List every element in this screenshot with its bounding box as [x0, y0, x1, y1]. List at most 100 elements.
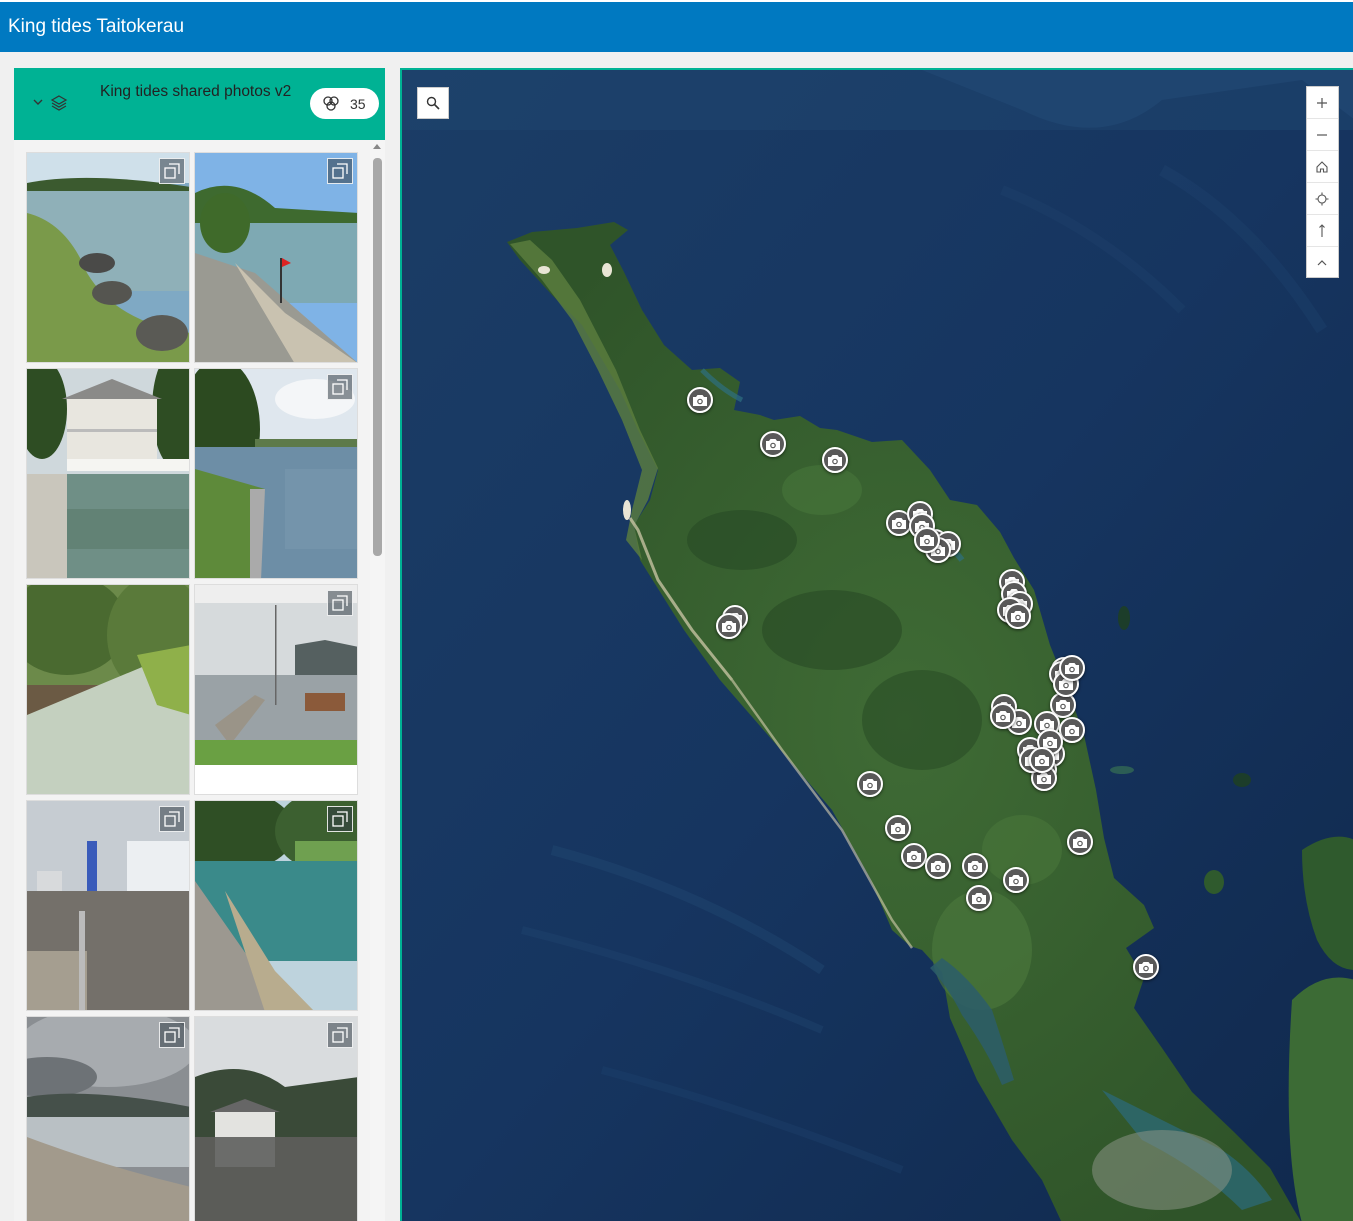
expand-photo-button[interactable] [327, 590, 353, 616]
zoom-out-button[interactable] [1307, 119, 1338, 151]
zoom-in-button[interactable] [1307, 87, 1338, 119]
map-navigation-controls [1306, 86, 1339, 278]
photo-thumbnail[interactable] [194, 1016, 358, 1221]
camera-icon [931, 861, 945, 872]
photo-marker[interactable] [1133, 954, 1159, 980]
photo-gallery[interactable] [14, 140, 385, 1221]
photo-image [195, 801, 357, 1010]
photo-marker[interactable] [1003, 867, 1029, 893]
search-icon [426, 96, 440, 110]
locate-icon [1315, 192, 1329, 206]
photo-thumbnail[interactable] [194, 368, 358, 579]
photo-image [27, 153, 189, 362]
photo-marker[interactable] [822, 447, 848, 473]
expand-icon [332, 379, 348, 395]
expand-icon [332, 163, 348, 179]
camera-icon [968, 861, 982, 872]
app-title: King tides Taitokerau [8, 16, 185, 37]
photo-image [27, 585, 189, 794]
expand-photo-button[interactable] [159, 158, 185, 184]
photo-marker[interactable] [914, 527, 940, 553]
cluster-icon [323, 96, 339, 111]
photo-image [195, 369, 357, 578]
camera-icon [1073, 837, 1087, 848]
expand-icon [332, 595, 348, 611]
expand-icon [332, 811, 348, 827]
expand-photo-button[interactable] [327, 1022, 353, 1048]
collapse-controls-button[interactable] [1307, 247, 1338, 279]
scroll-up-arrow-icon[interactable] [373, 144, 381, 149]
photo-marker[interactable] [1029, 747, 1055, 773]
photo-thumbnail[interactable] [194, 800, 358, 1011]
map-view[interactable] [400, 68, 1353, 1221]
scrollbar-thumb[interactable] [373, 158, 382, 556]
expand-icon [164, 163, 180, 179]
camera-icon [892, 518, 906, 529]
camera-icon [828, 455, 842, 466]
photo-marker[interactable] [885, 815, 911, 841]
layer-title: King tides shared photos v2 [100, 83, 292, 100]
expand-photo-button[interactable] [327, 158, 353, 184]
camera-icon [1065, 725, 1079, 736]
photo-marker[interactable] [1059, 655, 1085, 681]
zoom-in-icon [1317, 98, 1327, 108]
gallery-scrollbar[interactable] [370, 140, 385, 1221]
camera-icon [972, 893, 986, 904]
photo-marker[interactable] [962, 853, 988, 879]
camera-icon [1056, 700, 1070, 711]
camera-icon [766, 439, 780, 450]
camera-icon [891, 823, 905, 834]
photo-thumbnail[interactable] [194, 584, 358, 795]
expand-photo-button[interactable] [159, 1022, 185, 1048]
photo-marker[interactable] [925, 853, 951, 879]
camera-icon [863, 779, 877, 790]
photo-thumbnail[interactable] [26, 1016, 190, 1221]
expand-photo-button[interactable] [159, 806, 185, 832]
locate-button[interactable] [1307, 183, 1338, 215]
home-button[interactable] [1307, 151, 1338, 183]
photo-image [27, 369, 189, 578]
camera-icon [907, 851, 921, 862]
photo-thumbnail[interactable] [26, 584, 190, 795]
photo-image [195, 585, 357, 794]
photo-thumbnail[interactable] [194, 152, 358, 363]
photo-marker[interactable] [1059, 717, 1085, 743]
photo-marker[interactable] [1067, 829, 1093, 855]
photo-thumbnail[interactable] [26, 800, 190, 1011]
chevron-up-icon [1317, 260, 1327, 266]
camera-icon [1037, 773, 1051, 784]
app-header: King tides Taitokerau [0, 0, 1353, 52]
chevron-down-icon[interactable] [32, 96, 44, 108]
camera-icon [1009, 875, 1023, 886]
camera-icon [1139, 962, 1153, 973]
search-button[interactable] [417, 87, 449, 119]
camera-icon [996, 711, 1010, 722]
expand-photo-button[interactable] [327, 374, 353, 400]
photo-marker[interactable] [1005, 603, 1031, 629]
photo-thumbnail[interactable] [26, 152, 190, 363]
expand-photo-button[interactable] [327, 806, 353, 832]
photo-marker[interactable] [966, 885, 992, 911]
expand-icon [164, 1027, 180, 1043]
layer-header[interactable]: King tides shared photos v2 35 [14, 68, 385, 140]
photo-marker[interactable] [857, 771, 883, 797]
camera-icon [1065, 663, 1079, 674]
home-icon [1316, 161, 1328, 173]
camera-icon [1011, 611, 1025, 622]
photo-marker[interactable] [990, 703, 1016, 729]
zoom-out-icon [1317, 134, 1327, 136]
layers-icon [50, 95, 68, 111]
compass-icon [1319, 224, 1325, 237]
camera-icon [722, 621, 736, 632]
compass-button[interactable] [1307, 215, 1338, 247]
photo-thumbnail[interactable] [26, 368, 190, 579]
photo-marker[interactable] [687, 387, 713, 413]
expand-icon [332, 1027, 348, 1043]
camera-icon [693, 395, 707, 406]
photo-marker[interactable] [901, 843, 927, 869]
photo-image [27, 801, 189, 1010]
photo-marker[interactable] [760, 431, 786, 457]
photo-marker[interactable] [716, 613, 742, 639]
expand-icon [164, 811, 180, 827]
satellite-basemap[interactable] [402, 70, 1353, 1221]
